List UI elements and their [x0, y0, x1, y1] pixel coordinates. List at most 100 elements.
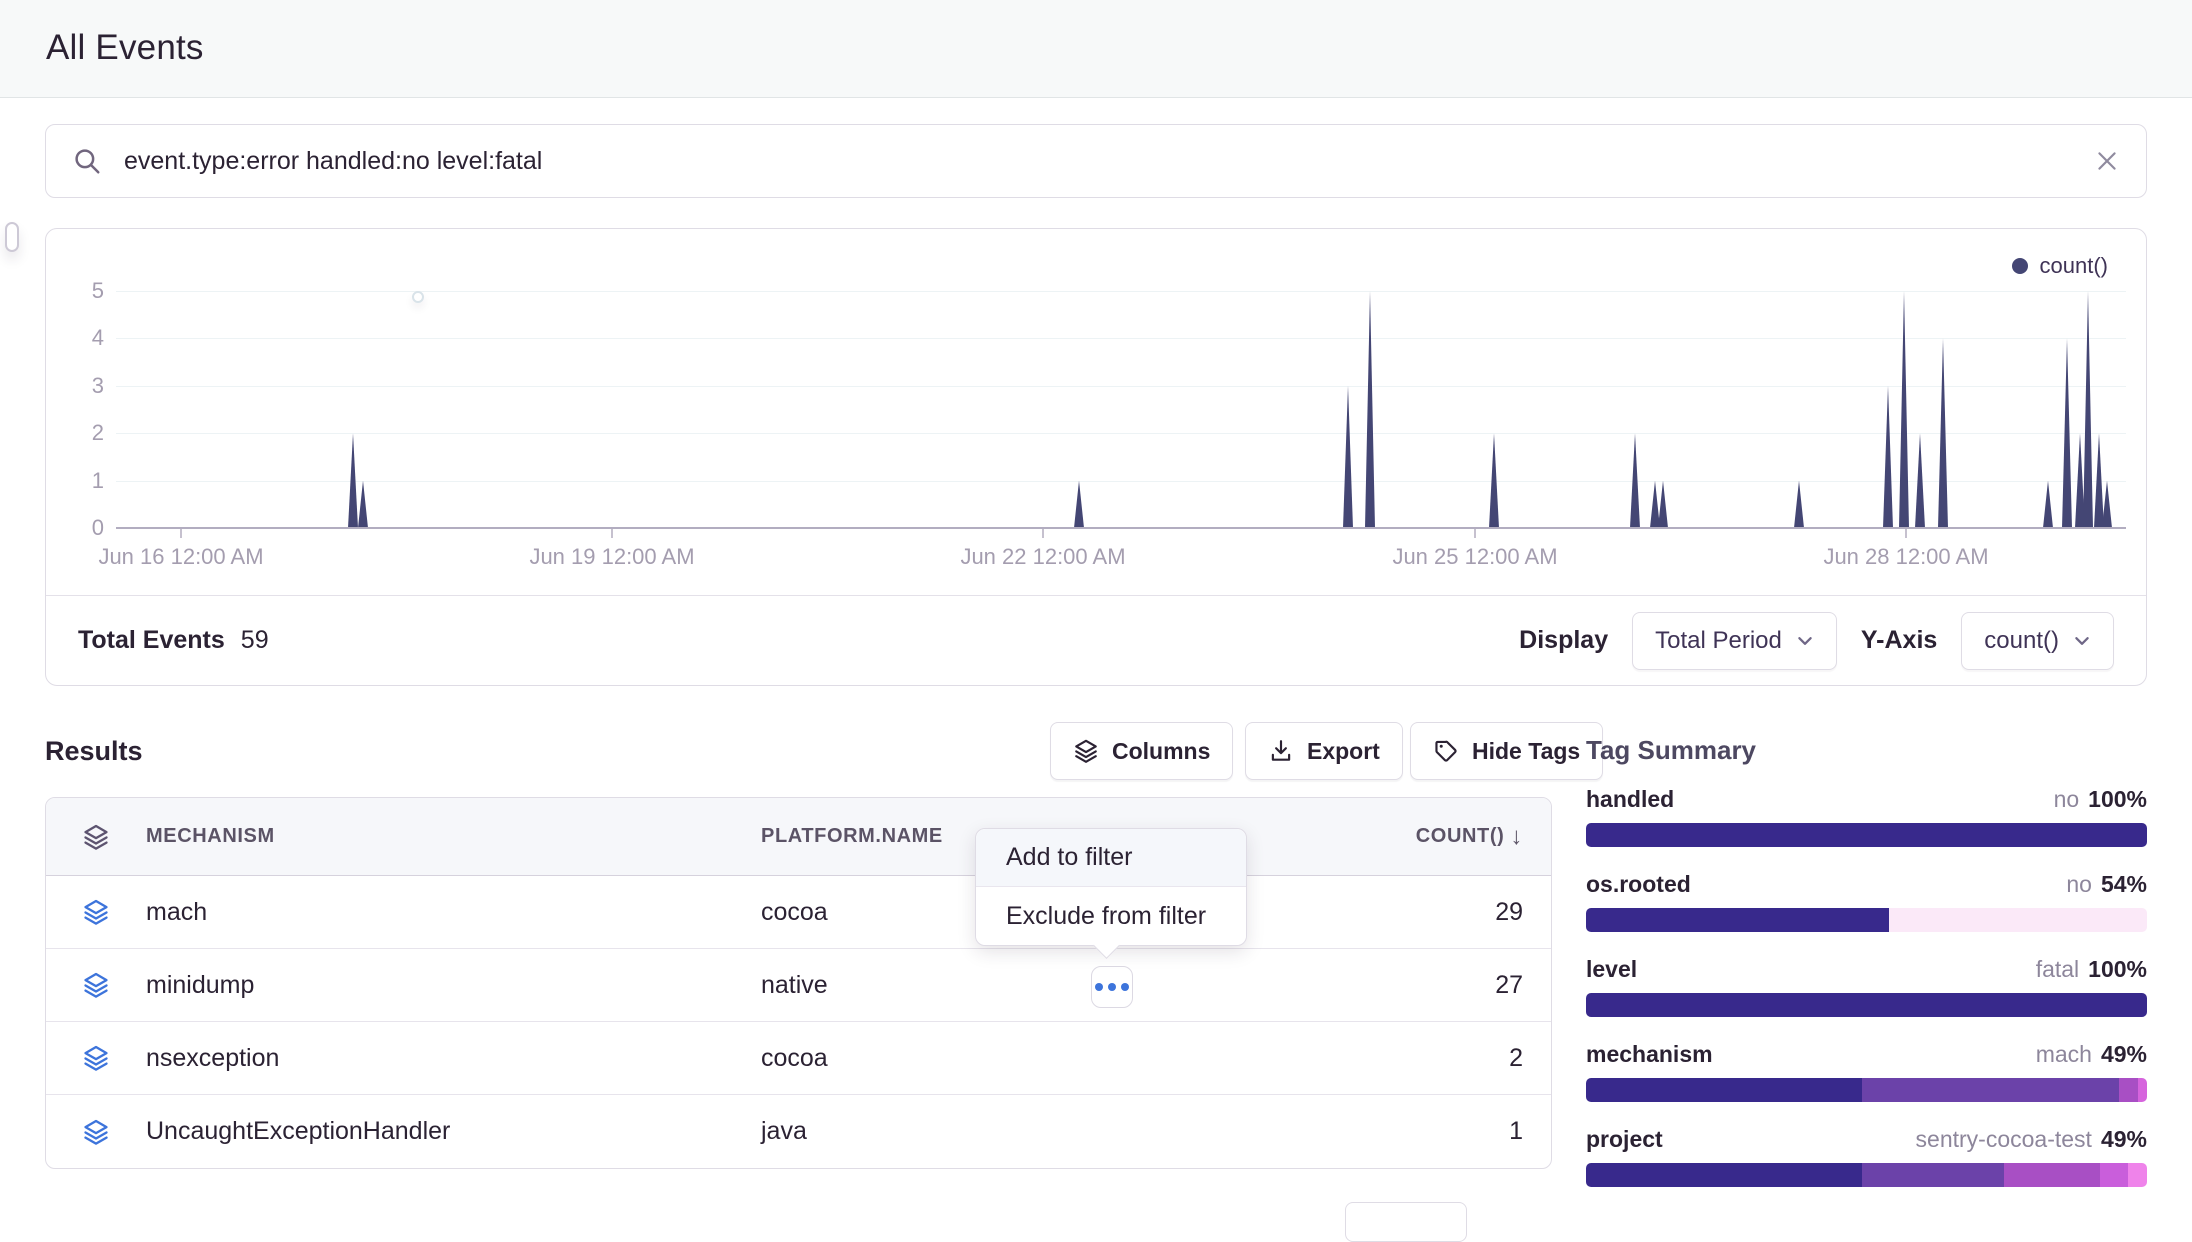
tag-bar-segment[interactable]	[1889, 908, 2147, 932]
cell-platform[interactable]: java	[761, 1117, 1181, 1146]
tag-name: level	[1586, 956, 1637, 983]
tag-distribution-bar[interactable]	[1586, 908, 2147, 932]
chart-footer: Total Events 59 Display Total Period Y-A…	[46, 595, 2146, 685]
tag-name: handled	[1586, 786, 1674, 813]
tag-distribution-bar[interactable]	[1586, 1078, 2147, 1102]
events-spike-chart[interactable]: 012345 Jun 16 12:00 AMJun 19 12:00 AMJun…	[116, 281, 2126, 528]
hide-tags-button-label: Hide Tags	[1472, 738, 1580, 765]
cell-actions-button[interactable]	[1091, 966, 1133, 1008]
page-header: All Events	[0, 0, 2192, 98]
cell-mechanism[interactable]: nsexception	[146, 1044, 761, 1073]
tag-bar-segment[interactable]	[2128, 1163, 2147, 1187]
cell-mechanism[interactable]: UncaughtExceptionHandler	[146, 1117, 761, 1146]
total-events-label: Total Events	[78, 626, 225, 655]
x-axis-tick	[611, 529, 613, 538]
clear-search-icon[interactable]	[2094, 148, 2120, 174]
tag-entry-handled: handledno100%	[1586, 786, 2147, 847]
export-button-label: Export	[1307, 738, 1380, 765]
cell-count[interactable]: 1	[1181, 1117, 1551, 1146]
tag-entry-mechanism: mechanismmach49%	[1586, 1041, 2147, 1102]
events-chart-panel: count() 012345 Jun 16 12:00 AMJun 19 12:…	[45, 228, 2147, 686]
columns-button[interactable]: Columns	[1050, 722, 1233, 780]
display-dropdown[interactable]: Total Period	[1632, 612, 1837, 670]
tag-summary-title: Tag Summary	[1586, 735, 2147, 766]
tag-top-percent: 54%	[2101, 871, 2147, 898]
stack-icon	[46, 823, 146, 851]
chart-point-marker	[412, 291, 424, 303]
tag-name: mechanism	[1586, 1041, 1713, 1068]
cell-count[interactable]: 2	[1181, 1044, 1551, 1073]
chevron-down-icon	[2073, 632, 2091, 650]
search-input[interactable]	[124, 147, 2094, 176]
cell-count[interactable]: 27	[1181, 971, 1551, 1000]
tag-icon	[1433, 738, 1459, 764]
y-axis-tick-label: 5	[58, 277, 104, 305]
tag-bar-segment[interactable]	[1586, 993, 2147, 1017]
tag-top-percent: 49%	[2101, 1041, 2147, 1068]
count-header-label: COUNT()	[1416, 825, 1505, 848]
tag-entry-os.rooted: os.rooted no 54%	[1586, 871, 2147, 932]
search-bar[interactable]	[45, 124, 2147, 198]
tag-top-value: sentry-cocoa-test	[1916, 1126, 2092, 1153]
export-button[interactable]: Export	[1245, 722, 1403, 780]
tag-bar-segment[interactable]	[2004, 1163, 2099, 1187]
tag-bar-segment[interactable]	[1586, 1163, 1862, 1187]
chart-legend[interactable]: count()	[2012, 253, 2108, 279]
y-axis-tick-label: 3	[58, 372, 104, 400]
display-label: Display	[1519, 626, 1608, 655]
x-axis-line	[116, 527, 2126, 529]
hide-tags-button[interactable]: Hide Tags	[1410, 722, 1603, 780]
tag-top-value: no	[2066, 871, 2092, 898]
results-table: MECHANISM PLATFORM.NAME COUNT() ↓ machco…	[45, 797, 1552, 1169]
tag-distribution-bar[interactable]	[1586, 823, 2147, 847]
x-axis-tick	[180, 529, 182, 538]
table-header-row: MECHANISM PLATFORM.NAME COUNT() ↓	[46, 798, 1551, 876]
y-axis-tick-label: 0	[58, 514, 104, 542]
x-axis-tick-label: Jun 19 12:00 AM	[492, 544, 732, 570]
x-axis-tick	[1042, 529, 1044, 538]
results-heading: Results	[45, 736, 143, 767]
tag-bar-segment[interactable]	[1862, 1078, 2119, 1102]
sidebar-drag-handle[interactable]	[5, 222, 19, 252]
tag-bar-segment[interactable]	[1586, 1078, 1862, 1102]
table-row[interactable]: minidumpnative27	[46, 949, 1551, 1022]
tag-bar-segment[interactable]	[1586, 823, 2147, 847]
table-row[interactable]: UncaughtExceptionHandlerjava1	[46, 1095, 1551, 1168]
tag-bar-segment[interactable]	[2100, 1163, 2129, 1187]
chart-series	[116, 281, 2126, 528]
tag-bar-segment[interactable]	[2119, 1078, 2138, 1102]
y-axis-tick-label: 2	[58, 419, 104, 447]
tag-name: os.rooted	[1586, 871, 1691, 898]
sort-desc-icon: ↓	[1510, 823, 1523, 851]
cell-platform[interactable]: cocoa	[761, 1044, 1181, 1073]
total-events-value: 59	[241, 626, 269, 655]
x-axis-tick	[1474, 529, 1476, 538]
x-axis-tick-label: Jun 25 12:00 AM	[1355, 544, 1595, 570]
tag-distribution-bar[interactable]	[1586, 1163, 2147, 1187]
column-header-mechanism[interactable]: MECHANISM	[146, 825, 761, 848]
stack-icon	[82, 1044, 110, 1072]
menu-item-add-to-filter[interactable]: Add to filter	[976, 829, 1246, 887]
table-row[interactable]: machcocoa29	[46, 876, 1551, 949]
cell-mechanism[interactable]: minidump	[146, 971, 761, 1000]
tag-distribution-bar[interactable]	[1586, 993, 2147, 1017]
tag-top-value: no	[2054, 786, 2080, 813]
display-dropdown-value: Total Period	[1655, 627, 1782, 655]
table-row[interactable]: nsexceptioncocoa2	[46, 1022, 1551, 1095]
y-axis-tick-label: 1	[58, 467, 104, 495]
tag-bar-segment[interactable]	[1862, 1163, 2004, 1187]
stack-icon	[82, 971, 110, 999]
x-axis-tick-label: Jun 16 12:00 AM	[61, 544, 301, 570]
tag-bar-segment[interactable]	[2138, 1078, 2147, 1102]
tag-bar-segment[interactable]	[1586, 908, 1889, 932]
pagination-buttons[interactable]	[1345, 1202, 1467, 1242]
cell-mechanism[interactable]: mach	[146, 898, 761, 927]
stack-icon	[1073, 738, 1099, 764]
legend-series-label: count()	[2040, 253, 2108, 279]
chevron-down-icon	[1796, 632, 1814, 650]
tag-top-percent: 49%	[2101, 1126, 2147, 1153]
yaxis-dropdown[interactable]: count()	[1961, 612, 2114, 670]
stack-icon	[82, 1118, 110, 1146]
search-icon	[72, 146, 102, 176]
cell-context-menu: Add to filter Exclude from filter	[975, 828, 1247, 946]
